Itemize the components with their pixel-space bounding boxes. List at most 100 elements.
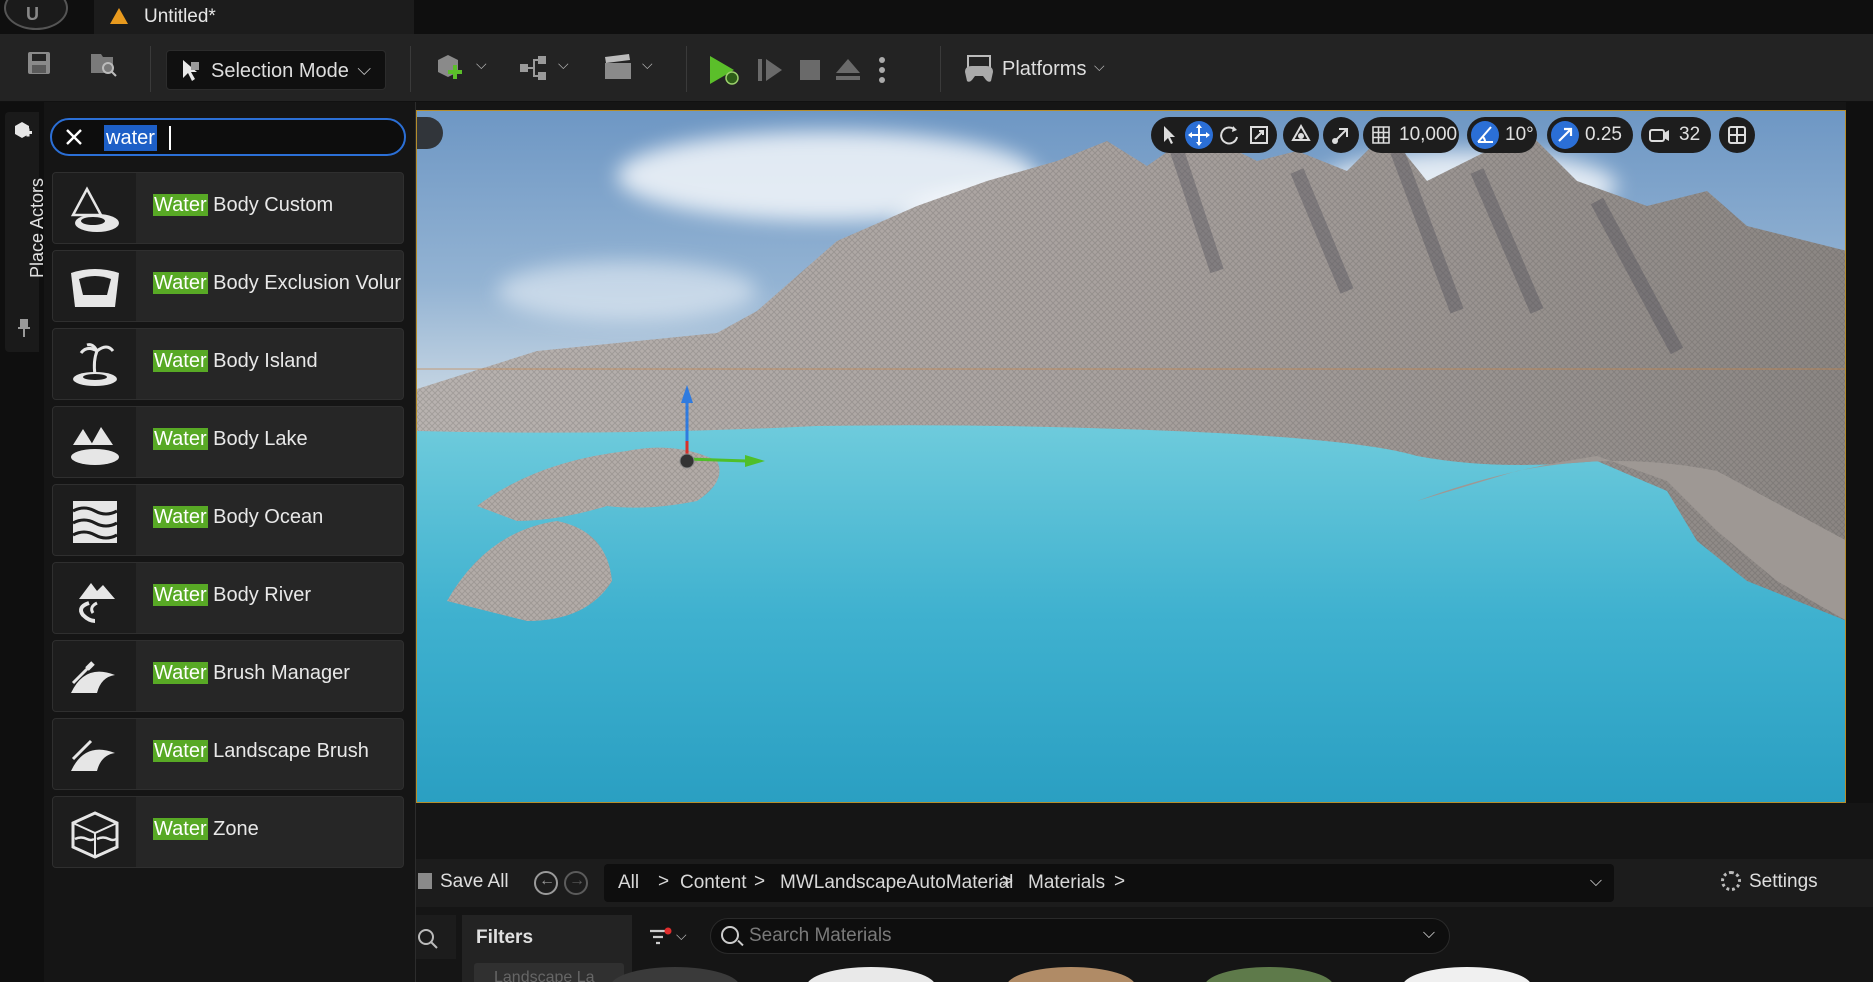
chevron-right-icon[interactable]: > [1114, 871, 1125, 893]
filter-dropdown-button[interactable]: ⌵ [648, 927, 688, 955]
actor-thumbnail [53, 641, 136, 711]
search-match-highlight: Water [153, 584, 208, 606]
document-tab[interactable]: Untitled* [94, 0, 414, 34]
search-match-highlight: Water [153, 350, 208, 372]
toolbar-separator [410, 46, 411, 92]
list-item[interactable]: Water Body River [52, 562, 404, 634]
save-all-button[interactable]: Save All [418, 871, 509, 893]
chevron-right-icon[interactable]: > [658, 871, 669, 893]
list-item[interactable]: Water Body Custom [52, 172, 404, 244]
material-thumbnail[interactable] [806, 967, 936, 982]
transform-mode-group [1151, 117, 1277, 153]
actor-thumbnail [53, 251, 136, 321]
document-tab-label: Untitled* [144, 6, 216, 27]
add-cube-icon [438, 55, 462, 79]
clapperboard-icon [605, 54, 631, 79]
forward-button[interactable]: → [564, 871, 588, 895]
search-materials-input[interactable]: ⌵ [710, 918, 1450, 954]
actor-name: Body River [207, 584, 311, 606]
chevron-down-icon[interactable]: ⌵ [1423, 925, 1435, 943]
actor-name: Body Ocean [207, 506, 324, 528]
chevron-right-icon[interactable]: > [1002, 871, 1013, 893]
water-brush-manager-icon [71, 661, 115, 693]
filter-item[interactable]: Landscape La [474, 963, 624, 982]
select-cursor-icon[interactable] [1155, 121, 1183, 149]
water-body-custom-icon [70, 186, 119, 232]
actor-thumbnail [53, 407, 136, 477]
back-button[interactable]: ← [534, 871, 558, 895]
place-actors-tab[interactable]: Place Actors [5, 112, 47, 352]
list-item-label: Water Body Exclusion Volur [153, 272, 401, 295]
eject-icon[interactable] [834, 56, 862, 84]
add-actor-button[interactable]: ⌵ [434, 52, 487, 89]
cinematics-button[interactable]: ⌵ [602, 52, 653, 87]
list-item[interactable]: Water Body Ocean [52, 484, 404, 556]
viewport-layout-icon[interactable] [1723, 121, 1751, 149]
breadcrumb-all[interactable]: All [618, 872, 639, 894]
rotation-snap-value: 10° [1505, 124, 1534, 145]
place-actors-panel: water Water Body Custom Water Body Exclu… [44, 102, 416, 982]
blueprint-icon [520, 56, 546, 80]
level-icon [110, 8, 128, 24]
settings-button[interactable]: Settings [1721, 871, 1818, 893]
material-thumbnail[interactable] [1204, 967, 1334, 982]
actor-thumbnail [53, 563, 136, 633]
list-item[interactable]: Water Body Island [52, 328, 404, 400]
search-icon [418, 929, 438, 949]
camera-speed-group[interactable]: 32 [1641, 117, 1711, 153]
list-item[interactable]: Water Body Exclusion Volur [52, 250, 404, 322]
move-icon[interactable] [1185, 121, 1213, 149]
list-item[interactable]: Water Landscape Brush [52, 718, 404, 790]
sources-search-button[interactable] [416, 915, 456, 959]
main-toolbar: Selection Mode ⌵ ⌵ ⌵ ⌵ Platforms ⌵ [0, 34, 1873, 102]
pin-icon[interactable] [17, 318, 31, 338]
list-item-label: Water Body Ocean [153, 506, 323, 529]
selection-mode-label: Selection Mode [211, 60, 349, 82]
breadcrumb-materials[interactable]: Materials [1028, 872, 1105, 894]
list-item[interactable]: Water Zone [52, 796, 404, 868]
world-local-icon[interactable] [1287, 121, 1315, 149]
save-icon[interactable] [26, 50, 52, 76]
rotation-snap-group[interactable]: 10° [1467, 117, 1537, 153]
chevron-right-icon[interactable]: > [754, 871, 765, 893]
search-match-highlight: Water [153, 428, 208, 450]
breadcrumb-content[interactable]: Content [680, 872, 747, 894]
layout-group [1719, 117, 1755, 153]
list-item[interactable]: Water Brush Manager [52, 640, 404, 712]
actor-thumbnail [53, 485, 136, 555]
text-caret [169, 126, 171, 150]
surface-snap-icon[interactable] [1327, 121, 1355, 149]
scale-snap-value: 0.25 [1585, 124, 1622, 145]
unreal-logo-icon[interactable]: U [4, 0, 68, 30]
breadcrumb-mwlandscapeautomaterial[interactable]: MWLandscapeAutoMaterial [780, 872, 1013, 894]
close-icon[interactable] [64, 127, 84, 147]
side-tab-strip: Place Actors [0, 102, 47, 982]
actor-search-input[interactable]: water [50, 118, 406, 156]
water-landscape-brush-icon [71, 739, 115, 771]
list-item[interactable]: Water Body Lake [52, 406, 404, 478]
selection-mode-dropdown[interactable]: Selection Mode ⌵ [166, 50, 386, 90]
rotate-icon[interactable] [1215, 121, 1243, 149]
material-thumbnail[interactable] [1006, 967, 1136, 982]
camera-speed-value: 32 [1679, 124, 1701, 145]
grid-snap-group[interactable]: 10,000 [1363, 117, 1459, 153]
toolbar-separator [150, 46, 151, 92]
advance-frame-icon[interactable] [756, 56, 786, 84]
water-zone-icon [71, 811, 119, 859]
chevron-down-icon[interactable]: ⌵ [1590, 873, 1602, 891]
search-materials-field[interactable] [749, 923, 1389, 949]
more-options-icon[interactable] [878, 56, 886, 84]
toolbar-separator [686, 46, 687, 92]
stop-icon[interactable] [798, 58, 822, 82]
blueprint-button[interactable]: ⌵ [518, 54, 569, 87]
level-viewport[interactable]: 10,000 10° 0.25 32 [416, 110, 1846, 803]
play-icon[interactable] [706, 54, 742, 86]
material-thumbnail[interactable] [1402, 967, 1532, 982]
actor-name: Body Custom [207, 194, 334, 216]
landscape-scene [417, 131, 1845, 802]
scale-snap-group[interactable]: 0.25 [1547, 117, 1633, 153]
browse-level-icon[interactable] [88, 50, 118, 78]
content-browser-tab-strip [416, 803, 1873, 859]
actor-name: Landscape Brush [207, 740, 369, 762]
scale-icon[interactable] [1245, 121, 1273, 149]
